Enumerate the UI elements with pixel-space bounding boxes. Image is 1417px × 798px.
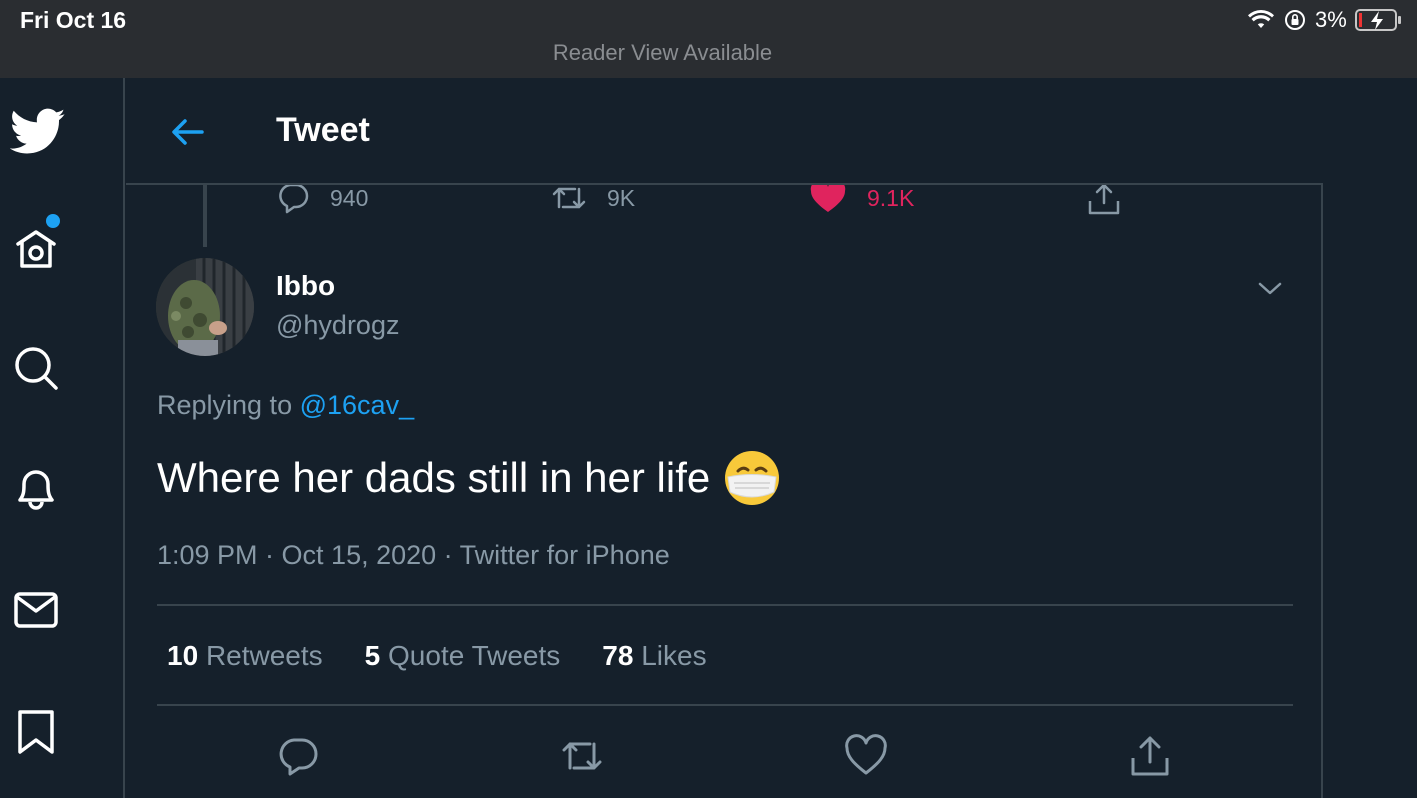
right-gutter (1325, 78, 1417, 798)
home-icon (16, 230, 56, 268)
retweets-count: 10 (167, 640, 199, 671)
retweets-stat[interactable]: 10 Retweets (167, 640, 323, 672)
reply-icon[interactable] (276, 734, 320, 778)
like-count: 9.1K (867, 184, 915, 211)
notification-dot (46, 214, 60, 228)
status-date: Fri Oct 16 (20, 7, 127, 33)
retweet-icon[interactable] (560, 734, 604, 778)
back-arrow-icon[interactable] (168, 112, 208, 152)
replying-prefix: Replying to (157, 390, 293, 420)
search-icon[interactable] (12, 344, 60, 392)
share-icon (1088, 183, 1120, 215)
reply-count: 940 (330, 184, 369, 211)
share-action[interactable] (1086, 181, 1122, 217)
previous-tweet-actions: 940 9K 9.1K (126, 181, 1323, 225)
face-with-medical-mask-icon (725, 451, 780, 505)
quote-tweets-stat[interactable]: 5 Quote Tweets (365, 640, 561, 672)
likes-count: 78 (602, 640, 634, 671)
page-title: Tweet (276, 111, 370, 149)
status-bar: Fri Oct 16 Reader View Available 3% (0, 0, 1417, 78)
quote-tweets-count: 5 (364, 640, 381, 671)
divider (157, 704, 1293, 706)
likes-stat[interactable]: 78 Likes (602, 640, 706, 672)
share-icon[interactable] (1128, 734, 1172, 778)
chevron-down-icon[interactable] (1256, 274, 1284, 302)
quote-tweets-label: Quote Tweets (388, 640, 561, 671)
retweet-count: 9K (607, 184, 636, 211)
battery-percent: 3% (1315, 7, 1347, 32)
likes-label: Likes (641, 640, 707, 671)
sidebar-item-home[interactable] (12, 214, 62, 274)
reply-icon (279, 183, 309, 214)
reader-view-banner[interactable]: Reader View Available (0, 40, 1325, 66)
display-name[interactable]: Ibbo (276, 270, 335, 302)
retweet-action[interactable]: 9K (551, 181, 635, 215)
replying-to: Replying to @16cav_ (157, 390, 414, 421)
mention-link[interactable]: @16cav_ (300, 390, 414, 420)
page-header: Tweet (126, 78, 1323, 185)
status-indicators: 3% (1247, 5, 1417, 35)
wifi-icon (1248, 9, 1274, 28)
retweet-icon (552, 187, 586, 209)
user-handle[interactable]: @hydrogz (276, 310, 399, 341)
heart-icon[interactable] (844, 734, 888, 778)
twitter-logo-icon[interactable] (10, 108, 66, 156)
tweet-body: Where her dads still in her life (157, 450, 780, 506)
sidebar-nav (0, 78, 125, 798)
tweet-stats: 10 Retweets 5 Quote Tweets 78 Likes (167, 640, 707, 672)
retweets-label: Retweets (205, 640, 323, 671)
tweet-action-bar (126, 728, 1323, 788)
bookmarks-icon[interactable] (12, 708, 60, 756)
orientation-lock-icon (1285, 10, 1305, 30)
tweet-timestamp[interactable]: 1:09 PM · Oct 15, 2020 · Twitter for iPh… (157, 540, 670, 571)
divider (157, 604, 1293, 606)
avatar[interactable] (156, 258, 254, 356)
battery-charging-icon (1354, 9, 1401, 31)
notifications-icon[interactable] (12, 464, 60, 512)
tweet-text: Where her dads still in her life (157, 454, 711, 501)
avatar-image (156, 258, 254, 356)
messages-icon[interactable] (12, 586, 60, 634)
heart-filled-icon (810, 181, 846, 212)
main-column: Tweet 940 9K 9.1K Ibbo @hydrogz Replying… (126, 78, 1323, 798)
like-action[interactable]: 9.1K (809, 181, 914, 215)
reply-action[interactable]: 940 (276, 181, 368, 215)
